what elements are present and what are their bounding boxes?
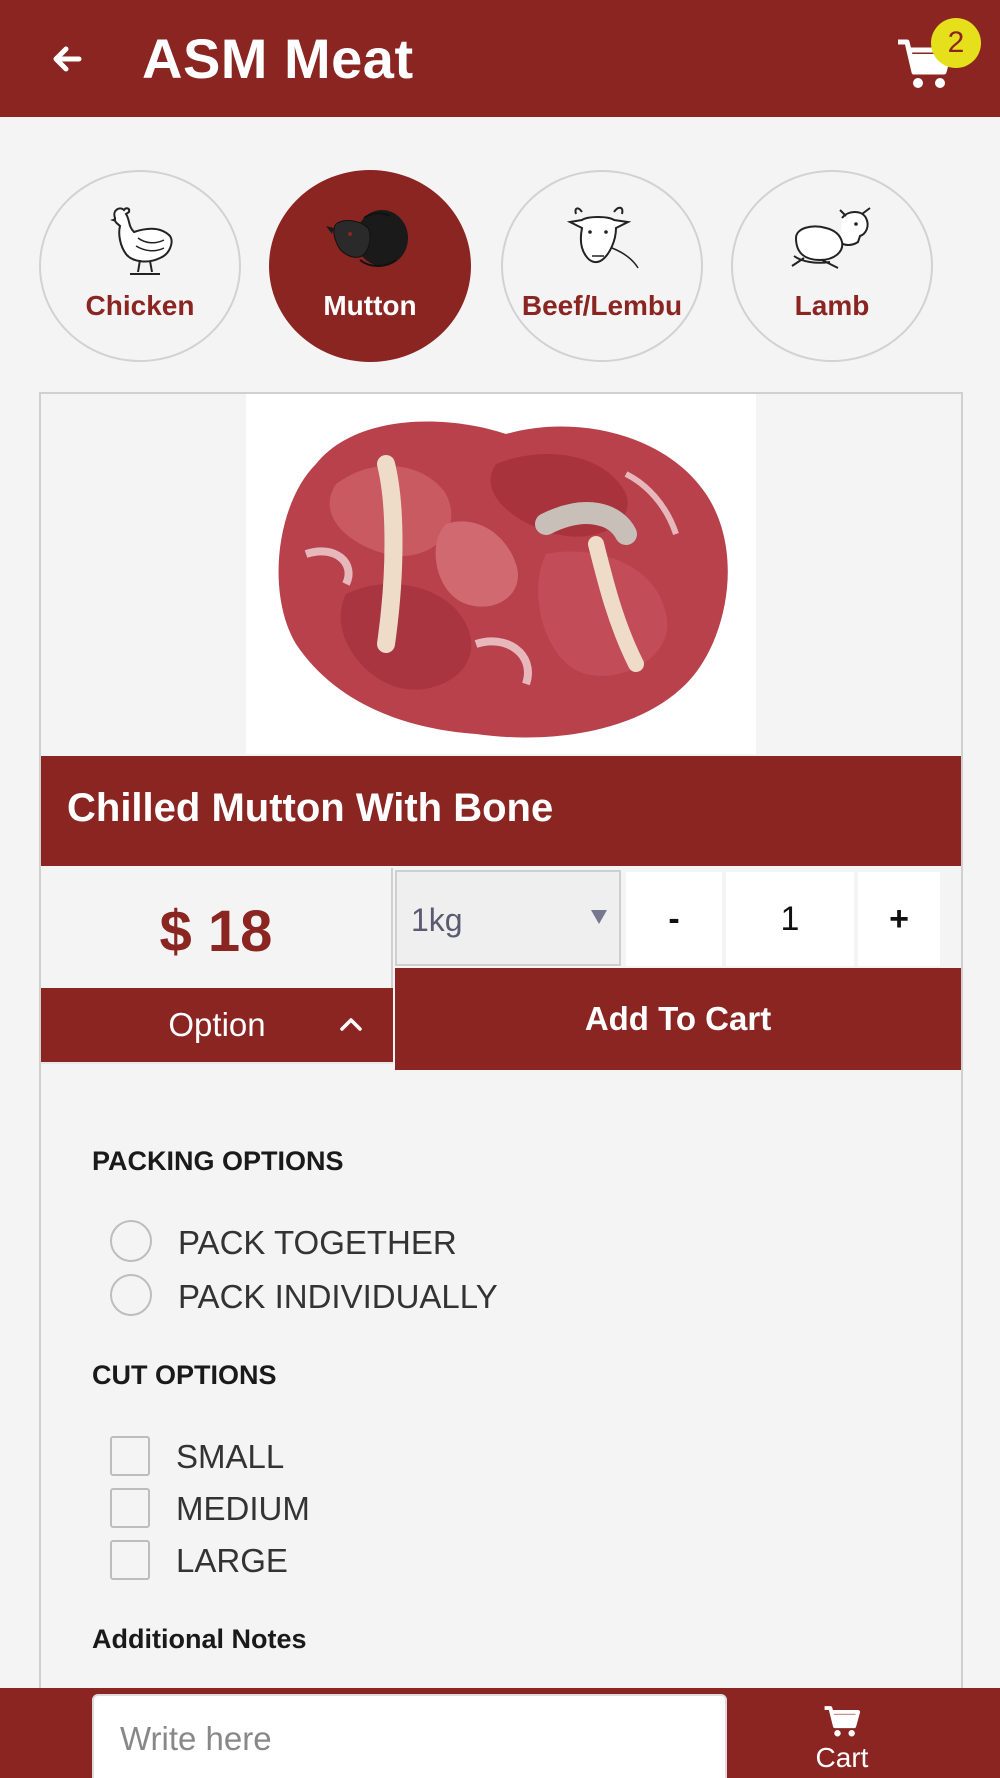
category-chicken[interactable]: Chicken bbox=[39, 170, 241, 362]
quantity-decrease-button[interactable]: - bbox=[626, 872, 722, 966]
packing-options-heading: PACKING OPTIONS bbox=[92, 1146, 344, 1176]
app-header: ASM Meat 2 bbox=[0, 0, 1000, 117]
app-title: ASM Meat bbox=[142, 27, 414, 90]
back-button[interactable] bbox=[40, 32, 94, 86]
category-lamb[interactable]: Lamb bbox=[731, 170, 933, 362]
category-label: Mutton bbox=[323, 290, 417, 321]
option-toggle-button[interactable]: Option bbox=[41, 988, 393, 1064]
option-label-small: SMALL bbox=[176, 1438, 285, 1475]
checkbox-large[interactable] bbox=[110, 1540, 150, 1580]
checkbox-small[interactable] bbox=[110, 1436, 150, 1476]
chicken-icon bbox=[110, 207, 173, 275]
category-beef[interactable]: Beef/Lembu bbox=[501, 170, 703, 362]
chevron-up-icon bbox=[340, 1018, 362, 1031]
option-label-pack-together: PACK TOGETHER bbox=[178, 1224, 457, 1261]
back-arrow-icon bbox=[53, 46, 82, 72]
notes-input[interactable] bbox=[92, 1694, 727, 1778]
option-label-medium: MEDIUM bbox=[176, 1490, 310, 1527]
product-title-bar: Chilled Mutton With Bone bbox=[41, 756, 961, 866]
quantity-value[interactable]: 1 bbox=[726, 872, 854, 966]
lamb-icon bbox=[791, 207, 871, 269]
app: ASM Meat 2 Chicken Mutton Beef/Lembu Lam… bbox=[0, 0, 1000, 1778]
quantity-increase-button[interactable]: + bbox=[858, 872, 940, 966]
product-title: Chilled Mutton With Bone bbox=[67, 786, 554, 830]
cart-icon bbox=[824, 1706, 861, 1737]
option-label: Option bbox=[168, 1006, 266, 1043]
category-label: Beef/Lembu bbox=[521, 290, 683, 321]
add-to-cart-button[interactable]: Add To Cart bbox=[395, 968, 961, 1070]
category-mutton[interactable]: Mutton bbox=[269, 170, 471, 362]
bottom-cart-label: Cart bbox=[815, 1742, 869, 1773]
option-label-large: LARGE bbox=[176, 1542, 288, 1579]
bottom-cart-button[interactable]: Cart bbox=[762, 1704, 922, 1778]
radio-pack-together[interactable] bbox=[110, 1220, 152, 1262]
checkbox-medium[interactable] bbox=[110, 1488, 150, 1528]
product-price: $ 18 bbox=[159, 899, 273, 964]
cow-icon bbox=[566, 206, 639, 269]
product-image bbox=[246, 394, 756, 754]
additional-notes-heading: Additional Notes bbox=[92, 1624, 307, 1654]
dropdown-arrow-icon bbox=[591, 910, 607, 924]
price-box: $ 18 bbox=[41, 868, 393, 988]
option-label-pack-individually: PACK INDIVIDUALLY bbox=[178, 1278, 498, 1315]
radio-pack-individually[interactable] bbox=[110, 1274, 152, 1316]
meat-image bbox=[246, 394, 756, 754]
weight-selected-value: 1kg bbox=[411, 902, 463, 938]
sheep-icon bbox=[326, 210, 408, 267]
cart-count-badge: 2 bbox=[931, 18, 981, 68]
category-label: Chicken bbox=[85, 290, 195, 321]
weight-select[interactable]: 1kg bbox=[395, 870, 621, 966]
category-label: Lamb bbox=[794, 290, 870, 321]
cut-options-heading: CUT OPTIONS bbox=[92, 1360, 277, 1390]
